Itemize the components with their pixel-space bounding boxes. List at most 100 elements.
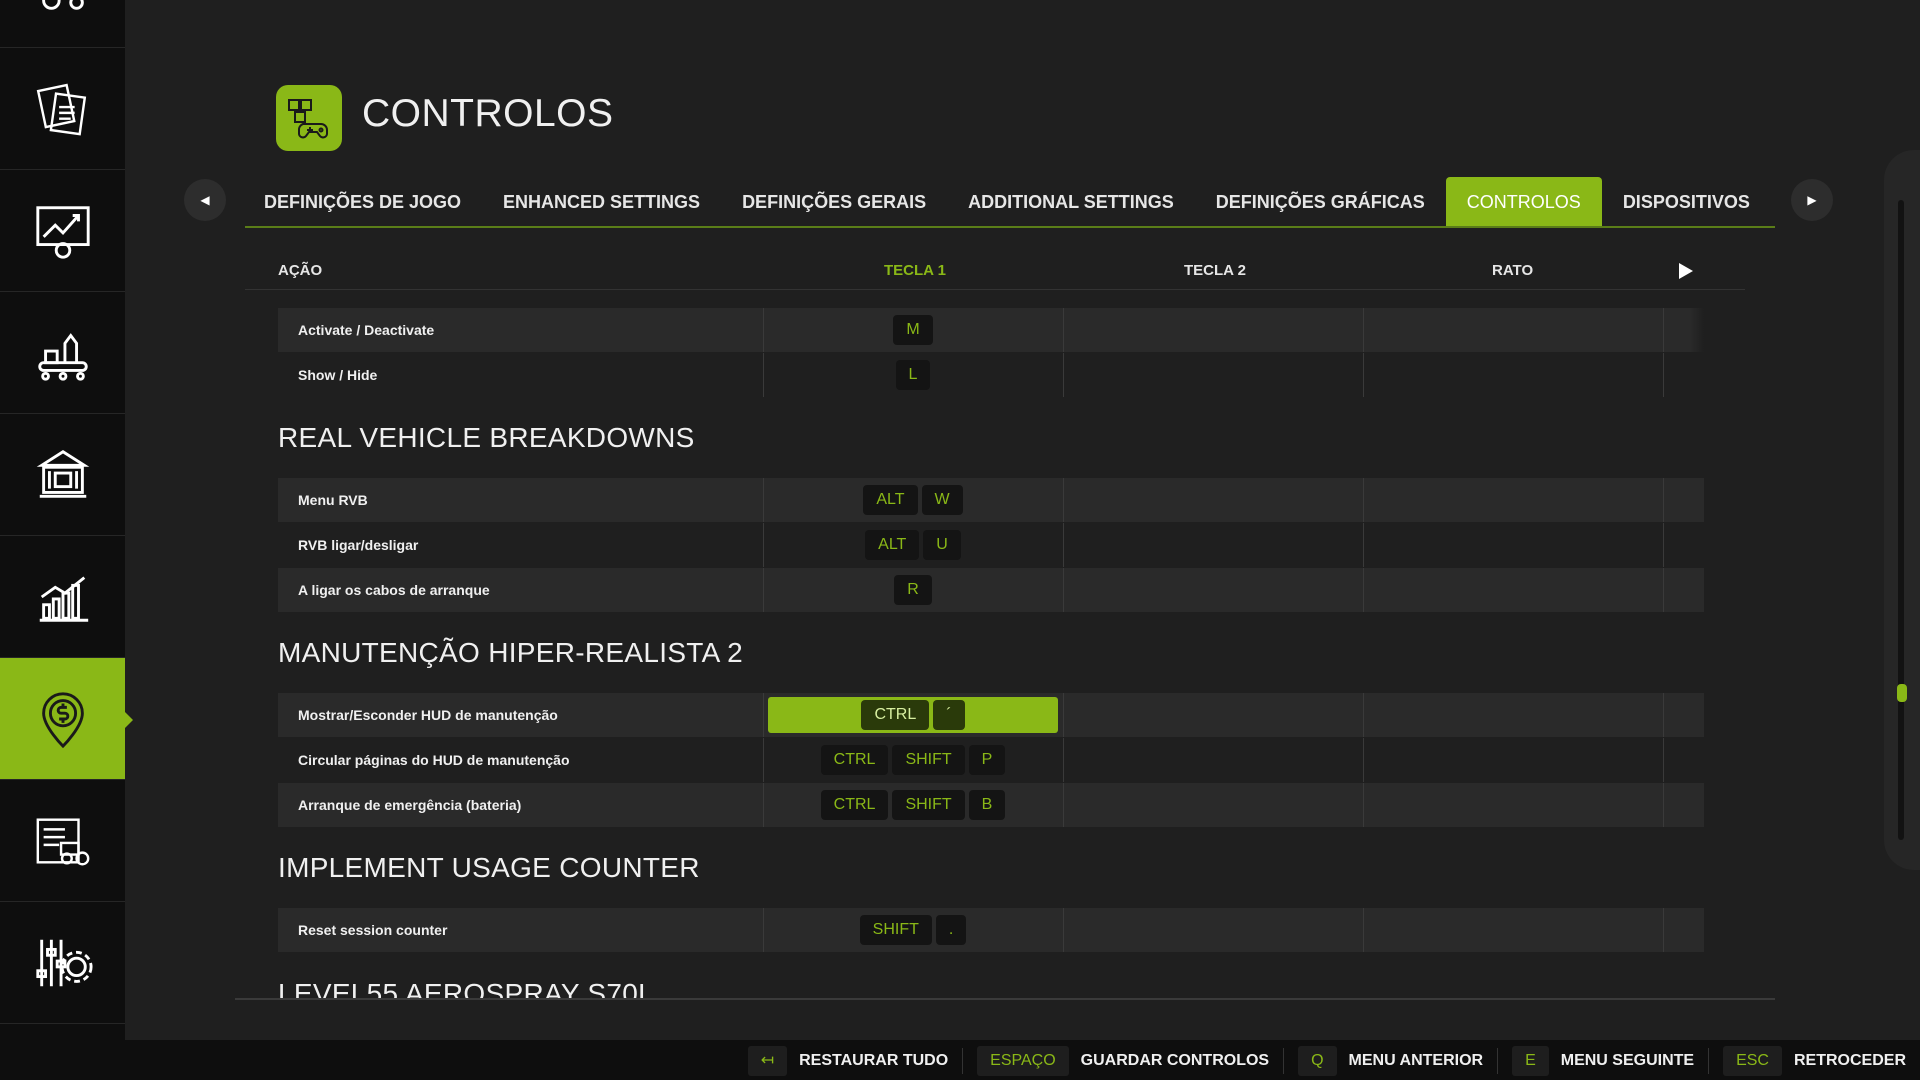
key1-cell[interactable]: ALT W	[763, 478, 1063, 522]
key1-cell[interactable]: R	[763, 568, 1063, 612]
binding-row[interactable]: Arranque de emergência (bateria) CTRL SH…	[278, 783, 1704, 827]
key1-cell[interactable]: ALT U	[763, 523, 1063, 567]
row-fade	[1690, 308, 1704, 352]
binding-label: Arranque de emergência (bateria)	[298, 797, 522, 813]
key1-cell[interactable]: L	[763, 353, 1063, 397]
binding-label: RVB ligar/desligar	[298, 537, 419, 553]
binding-row[interactable]: RVB ligar/desligar ALT U	[278, 523, 1704, 567]
column-separator	[1063, 738, 1064, 782]
key1-cell[interactable]: M	[763, 308, 1063, 352]
column-separator	[1363, 738, 1364, 782]
scrollbar-rail[interactable]	[1898, 200, 1904, 840]
column-separator	[1663, 783, 1664, 827]
key-cap: R	[894, 575, 932, 605]
column-separator	[1663, 523, 1664, 567]
sidebar-item-statistics[interactable]	[0, 536, 125, 658]
action-label: RESTAURAR TUDO	[799, 1052, 949, 1069]
key-cap: ´	[933, 700, 965, 730]
list-bottom-divider	[235, 998, 1775, 1000]
column-separator	[1663, 908, 1664, 952]
scrollbar-thumb[interactable]	[1897, 684, 1907, 702]
sidebar-item-finances[interactable]	[0, 414, 125, 536]
key-cap: CTRL	[820, 790, 889, 820]
binding-row-selected[interactable]: Mostrar/Esconder HUD de manutenção CTRL …	[278, 693, 1704, 737]
sidebar-item-contracts[interactable]	[0, 48, 125, 170]
price-chart-icon	[35, 205, 90, 259]
sidebar-item-prices[interactable]	[0, 170, 125, 292]
binding-label: Activate / Deactivate	[298, 322, 435, 338]
binding-row[interactable]: Show / Hide L	[278, 353, 1704, 397]
page-title: CONTROLOS	[362, 92, 614, 135]
previous-menu-button[interactable]: Q MENU ANTERIOR	[1298, 1046, 1483, 1076]
binding-row[interactable]: Activate / Deactivate M	[278, 308, 1704, 352]
key-cap: SHIFT	[859, 915, 932, 945]
column-separator	[1663, 308, 1664, 352]
binding-label: A ligar os cabos de arranque	[298, 582, 490, 598]
key-cap: ALT	[863, 485, 918, 515]
binding-row[interactable]: Menu RVB ALT W	[278, 478, 1704, 522]
column-separator	[1063, 308, 1064, 352]
restore-all-button[interactable]: ↤ RESTAURAR TUDO	[747, 1046, 949, 1076]
back-button[interactable]: ESC RETROCEDER	[1723, 1046, 1906, 1076]
column-header-key1: TECLA 1	[884, 262, 946, 279]
play-icon[interactable]	[1678, 262, 1694, 280]
key-cap: SHIFT	[892, 745, 965, 775]
tab-bar: DEFINIÇÕES DE JOGO ENHANCED SETTINGS DEF…	[243, 177, 1771, 227]
action-hints: ↤ RESTAURAR TUDO ESPAÇO GUARDAR CONTROLO…	[734, 1046, 1906, 1076]
tab-general-settings[interactable]: DEFINIÇÕES GERAIS	[721, 177, 947, 227]
tab-additional-settings[interactable]: ADDITIONAL SETTINGS	[947, 177, 1195, 227]
column-separator	[1663, 568, 1664, 612]
key1-cell[interactable]: SHIFT .	[763, 908, 1063, 952]
binding-row[interactable]: A ligar os cabos de arranque R	[278, 568, 1704, 612]
binding-label: Circular páginas do HUD de manutenção	[298, 752, 570, 768]
key-cap: U	[923, 530, 961, 560]
column-separator	[1363, 783, 1364, 827]
tab-game-settings[interactable]: DEFINIÇÕES DE JOGO	[243, 177, 482, 227]
key-cap: ALT	[865, 530, 920, 560]
sidebar-item-vehicle-list[interactable]	[0, 780, 125, 902]
column-separator	[1363, 693, 1364, 737]
sidebar	[0, 0, 133, 1040]
column-separator	[1063, 568, 1064, 612]
tab-graphics-settings[interactable]: DEFINIÇÕES GRÁFICAS	[1195, 177, 1446, 227]
column-header-key2: TECLA 2	[1184, 262, 1246, 279]
key-cap: W	[921, 485, 963, 515]
sidebar-item-production[interactable]	[0, 292, 125, 414]
column-separator	[1363, 908, 1364, 952]
key1-cell-selected[interactable]: CTRL ´	[768, 697, 1058, 733]
tab-controls[interactable]: CONTROLOS	[1445, 177, 1602, 227]
tab-enhanced-settings[interactable]: ENHANCED SETTINGS	[482, 177, 721, 227]
binding-label: Menu RVB	[298, 492, 368, 508]
key-cap: CTRL	[861, 700, 930, 730]
tab-prev-button[interactable]: ◀	[184, 179, 226, 221]
key-cap: .	[935, 915, 967, 945]
key-cap: SHIFT	[892, 790, 965, 820]
column-separator	[1063, 523, 1064, 567]
scroll-clip	[130, 1000, 1920, 1040]
key-hint: ESC	[1723, 1046, 1782, 1076]
column-separator	[1363, 523, 1364, 567]
column-separator	[1663, 693, 1664, 737]
binding-row[interactable]: Circular páginas do HUD de manutenção CT…	[278, 738, 1704, 782]
key-cap: M	[893, 315, 933, 345]
column-separator	[1063, 908, 1064, 952]
gamepad-icon	[276, 85, 342, 151]
tab-next-button[interactable]: ▶	[1791, 179, 1833, 221]
key1-cell[interactable]: CTRL SHIFT B	[763, 783, 1063, 827]
divider	[1283, 1048, 1285, 1074]
sidebar-item-vehicles[interactable]	[0, 0, 125, 48]
save-controls-button[interactable]: ESPAÇO GUARDAR CONTROLOS	[977, 1046, 1269, 1076]
column-separator	[1663, 478, 1664, 522]
sidebar-item-settings[interactable]	[0, 902, 125, 1024]
vehicle-list-icon	[36, 817, 89, 865]
arrow-left-icon: ◀	[200, 193, 210, 207]
key-cap: P	[968, 745, 1006, 775]
tab-devices[interactable]: DISPOSITIVOS	[1602, 177, 1771, 227]
sidebar-item-pricing[interactable]	[0, 658, 133, 780]
tabs-divider	[245, 226, 1775, 228]
binding-row[interactable]: Reset session counter SHIFT .	[278, 908, 1704, 952]
statistics-icon	[39, 575, 88, 622]
next-menu-button[interactable]: E MENU SEGUINTE	[1512, 1046, 1694, 1076]
binding-label: Reset session counter	[298, 922, 448, 938]
key1-cell[interactable]: CTRL SHIFT P	[763, 738, 1063, 782]
